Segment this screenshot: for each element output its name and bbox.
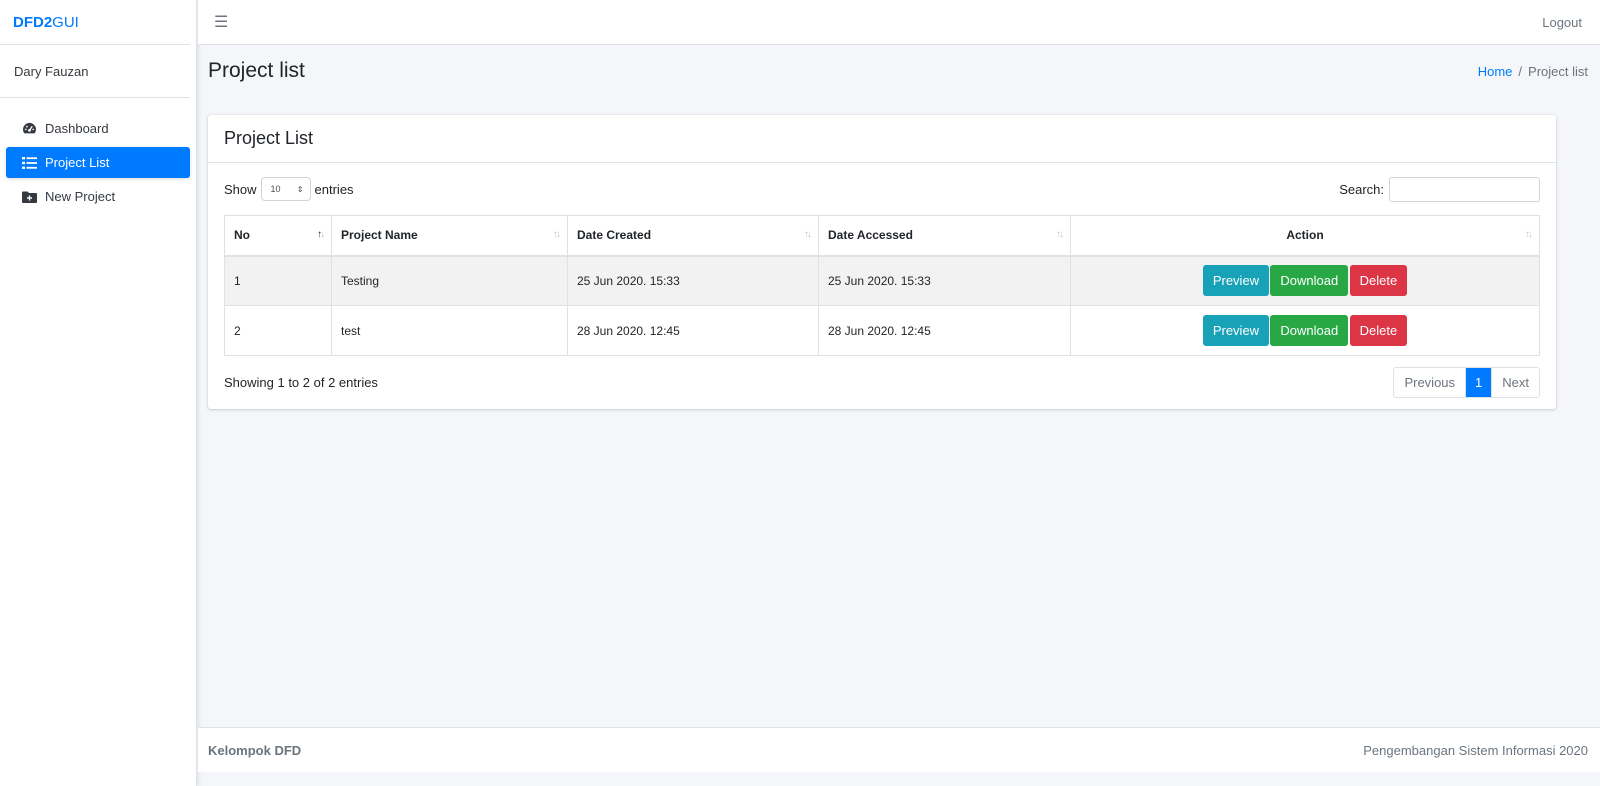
sidebar: DFD2 GUI Dary Fauzan Dashboard Project Li… xyxy=(0,0,197,786)
sidebar-item-new-project[interactable]: New Project xyxy=(6,181,190,212)
sidebar-item-label: New Project xyxy=(45,189,116,204)
sort-icon: ↑↓ xyxy=(1525,229,1533,240)
entries-label: entries xyxy=(314,181,354,197)
cell-date-accessed: 25 Jun 2020. 15:33 xyxy=(818,255,1071,306)
search-label: Search: xyxy=(1339,181,1384,197)
cell-actions: Preview Download Delete xyxy=(1070,255,1540,306)
column-label: Project Name xyxy=(341,228,418,243)
preview-button[interactable]: Preview xyxy=(1202,265,1270,297)
entries-length: Show 10 ⇕ entries xyxy=(224,177,354,201)
sidebar-item-label: Dashboard xyxy=(45,121,109,136)
sidebar-nav: Dashboard Project List New Project xyxy=(0,98,196,212)
sidebar-item-label: Project List xyxy=(45,155,110,170)
column-label: No xyxy=(234,228,250,243)
delete-button[interactable]: Delete xyxy=(1349,315,1408,346)
table-header-row: No ↑↓ Project Name ↑↓ Date Created ↑↓ Date … xyxy=(224,215,1540,257)
sort-icon: ↑↓ xyxy=(804,229,812,240)
sort-updown-icon: ⇕ xyxy=(296,184,304,194)
brand-part2: GUI xyxy=(52,13,79,31)
sidebar-item-project-list[interactable]: Project List xyxy=(6,147,190,178)
delete-button[interactable]: Delete xyxy=(1349,265,1408,297)
search-input[interactable] xyxy=(1389,176,1540,202)
cell-no: 1 xyxy=(224,255,332,306)
table-row: 2 test 28 Jun 2020. 12:45 28 Jun 2020. 1… xyxy=(224,305,1540,356)
project-table: No ↑↓ Project Name ↑↓ Date Created ↑↓ Date … xyxy=(224,215,1540,356)
footer-left-text: Kelompok DFD xyxy=(208,742,302,758)
pagination: Previous 1 Next xyxy=(1393,366,1540,398)
column-label: Date Accessed xyxy=(828,228,913,243)
page-1-button[interactable]: 1 xyxy=(1466,367,1493,397)
cell-date-created: 25 Jun 2020. 15:33 xyxy=(567,255,819,306)
column-header-no[interactable]: No ↑↓ xyxy=(224,215,332,257)
sort-icon: ↑↓ xyxy=(1056,229,1064,240)
project-list-card: Project List Show 10 ⇕ entries Search: N… xyxy=(208,115,1556,409)
sort-icon: ↑↓ xyxy=(553,229,561,240)
footer-right-text: Pengembangan Sistem Informasi 2020 xyxy=(1363,742,1588,758)
topbar: ☰ Logout xyxy=(198,0,1600,45)
breadcrumb-separator: / xyxy=(1518,63,1523,79)
breadcrumb-home[interactable]: Home xyxy=(1478,64,1513,79)
brand-logo[interactable]: DFD2 GUI xyxy=(0,0,190,45)
column-label: Action xyxy=(1286,228,1324,243)
entries-select-value: 10 xyxy=(270,184,281,194)
column-label: Date Created xyxy=(577,228,652,243)
breadcrumb: Home / Project list xyxy=(1478,64,1588,79)
main-footer: Kelompok DFD Pengembangan Sistem Informa… xyxy=(198,727,1600,772)
table-info: Showing 1 to 2 of 2 entries xyxy=(224,374,378,390)
brand-part1: DFD2 xyxy=(13,13,53,31)
column-header-project-name[interactable]: Project Name ↑↓ xyxy=(331,215,568,257)
table-footer: Showing 1 to 2 of 2 entries Previous 1 N… xyxy=(224,356,1540,408)
column-header-action[interactable]: Action ↑↓ xyxy=(1070,215,1540,257)
cell-date-accessed: 28 Jun 2020. 12:45 xyxy=(818,305,1071,356)
table-controls: Show 10 ⇕ entries Search: xyxy=(224,163,1540,215)
content-header: Project list Home / Project list xyxy=(208,56,1588,86)
cell-actions: Preview Download Delete xyxy=(1070,305,1540,356)
entries-select[interactable]: 10 ⇕ xyxy=(260,177,311,201)
logout-link[interactable]: Logout xyxy=(1542,15,1582,30)
search-box: Search: xyxy=(1339,176,1540,202)
user-name[interactable]: Dary Fauzan xyxy=(0,45,190,98)
column-header-date-created[interactable]: Date Created ↑↓ xyxy=(567,215,819,257)
tachometer-icon xyxy=(22,122,37,136)
cell-project-name: test xyxy=(331,305,568,356)
sidebar-item-dashboard[interactable]: Dashboard xyxy=(6,113,190,144)
list-icon xyxy=(22,156,37,170)
column-header-date-accessed[interactable]: Date Accessed ↑↓ xyxy=(818,215,1071,257)
table-row: 1 Testing 25 Jun 2020. 15:33 25 Jun 2020… xyxy=(224,255,1540,306)
page-title: Project list xyxy=(208,59,305,82)
breadcrumb-current: Project list xyxy=(1528,63,1588,79)
download-button[interactable]: Download xyxy=(1270,315,1349,346)
preview-button[interactable]: Preview xyxy=(1202,315,1270,346)
show-label: Show xyxy=(224,181,257,197)
cell-project-name: Testing xyxy=(331,255,568,306)
card-title: Project List xyxy=(208,115,1556,163)
cell-no: 2 xyxy=(224,305,332,356)
sort-ascending-icon: ↑↓ xyxy=(317,229,325,240)
download-button[interactable]: Download xyxy=(1270,265,1349,297)
cell-date-created: 28 Jun 2020. 12:45 xyxy=(567,305,819,356)
hamburger-icon[interactable]: ☰ xyxy=(214,12,228,32)
previous-page-button[interactable]: Previous xyxy=(1394,367,1467,397)
folder-plus-icon xyxy=(22,190,37,204)
next-page-button[interactable]: Next xyxy=(1492,368,1539,397)
